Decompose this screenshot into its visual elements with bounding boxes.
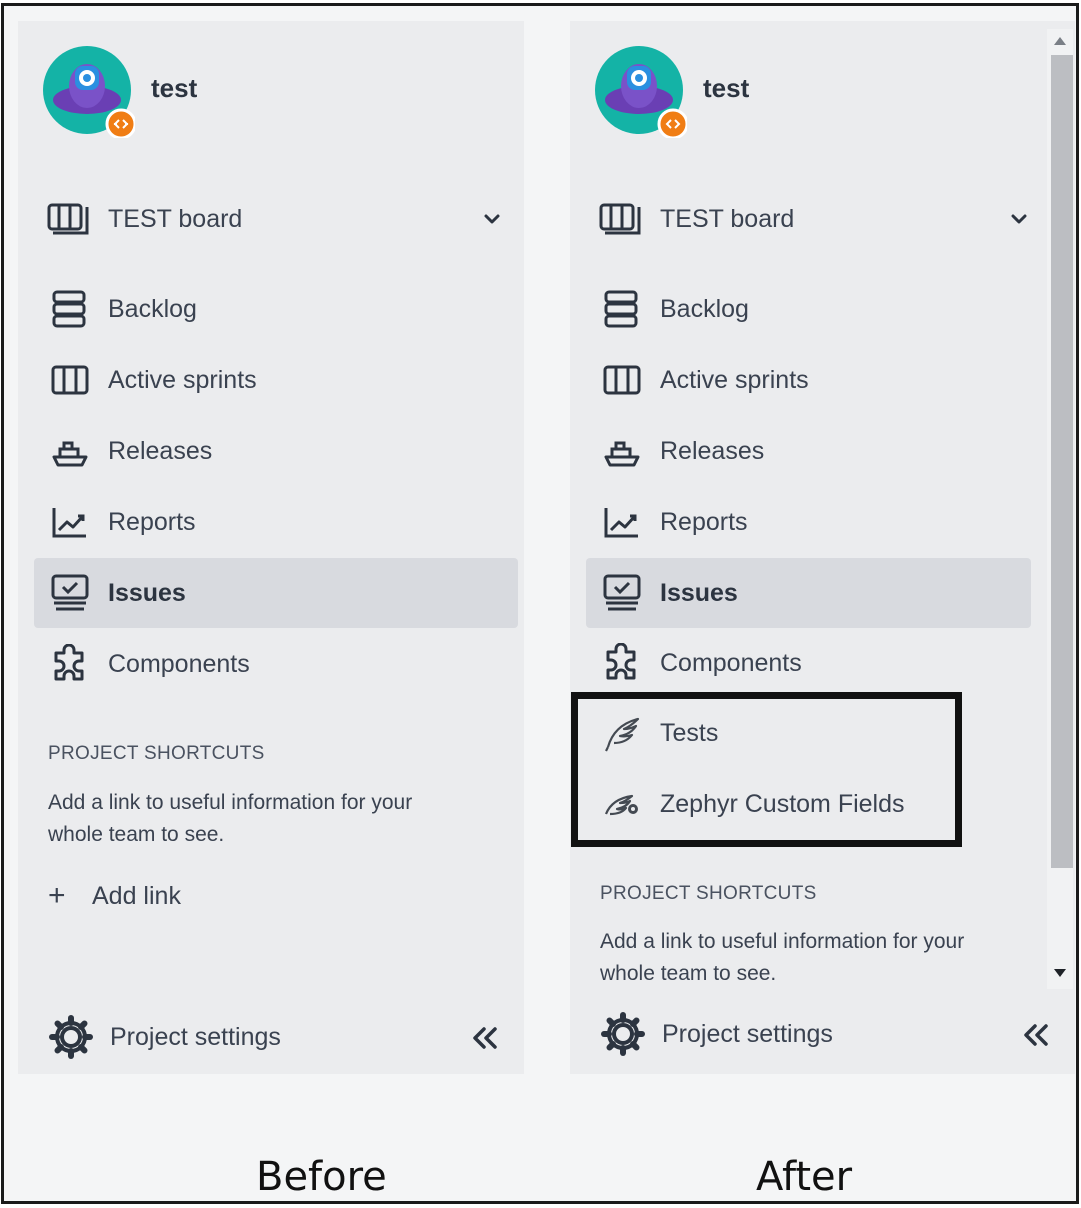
chart-icon <box>600 500 644 544</box>
sidebar-item-label: Releases <box>108 436 213 465</box>
scroll-down-arrow-icon[interactable] <box>1054 969 1066 977</box>
project-name: test <box>703 73 750 103</box>
sidebar-item-issues[interactable]: Issues <box>586 558 1031 628</box>
board-icon <box>599 203 641 235</box>
plus-icon: + <box>48 879 66 912</box>
sidebar-item-active-sprints[interactable]: Active sprints <box>586 345 1031 415</box>
add-link-label: Add link <box>92 881 181 910</box>
sidebar-before: test TEST board Backlog Active sprints R… <box>18 21 524 1074</box>
sidebar-item-components[interactable]: Components <box>34 629 518 699</box>
issues-icon <box>600 571 644 615</box>
sidebar-item-label: Backlog <box>108 294 197 323</box>
project-avatar-icon <box>43 46 135 138</box>
project-header[interactable]: test <box>592 43 992 139</box>
sidebar-item-components[interactable]: Components <box>586 628 1031 698</box>
chart-icon <box>48 500 92 544</box>
shortcuts-heading: PROJECT SHORTCUTS <box>600 883 817 904</box>
backlog-icon <box>48 287 92 331</box>
collapse-sidebar-icon[interactable] <box>1019 1018 1053 1052</box>
sidebar-item-label: Reports <box>108 507 196 536</box>
project-name: test <box>151 73 198 103</box>
project-avatar-icon <box>595 46 687 138</box>
comparison-frame: test TEST board Backlog Active sprints R… <box>1 3 1079 1204</box>
board-icon <box>47 203 89 235</box>
sidebar-item-label: Reports <box>660 507 748 536</box>
puzzle-icon <box>48 642 92 686</box>
shortcuts-heading: PROJECT SHORTCUTS <box>48 743 265 764</box>
shortcuts-description: Add a link to useful information for you… <box>48 791 413 846</box>
ship-icon <box>48 429 92 473</box>
sidebar-item-backlog[interactable]: Backlog <box>34 274 518 344</box>
board-columns-icon <box>600 358 644 402</box>
gear-icon <box>601 1012 645 1056</box>
caption-before: Before <box>256 1154 387 1200</box>
sidebar-item-label: Components <box>660 648 802 677</box>
chevron-down-icon[interactable] <box>480 207 504 231</box>
sidebar-item-reports[interactable]: Reports <box>586 487 1031 557</box>
project-header[interactable]: test <box>40 43 440 139</box>
ship-icon <box>600 429 644 473</box>
sidebar-item-label: Backlog <box>660 294 749 323</box>
sidebar-item-label: Active sprints <box>660 365 809 394</box>
backlog-icon <box>600 287 644 331</box>
project-settings[interactable]: Project settings <box>600 1006 1053 1062</box>
puzzle-icon <box>600 641 644 685</box>
board-label: TEST board <box>108 204 243 233</box>
scrollbar-thumb[interactable] <box>1051 55 1073 868</box>
sidebar-item-releases[interactable]: Releases <box>586 416 1031 486</box>
board-columns-icon <box>48 358 92 402</box>
caption-after: After <box>756 1154 853 1200</box>
collapse-sidebar-icon[interactable] <box>468 1021 502 1055</box>
shortcuts-description: Add a link to useful information for you… <box>600 930 965 985</box>
project-settings[interactable]: Project settings <box>48 1009 502 1065</box>
add-link-button[interactable]: + Add link <box>48 879 181 913</box>
sidebar-item-active-sprints[interactable]: Active sprints <box>34 345 518 415</box>
sidebar-item-issues[interactable]: Issues <box>34 558 518 628</box>
gear-icon <box>49 1015 93 1059</box>
board-selector[interactable]: TEST board <box>34 191 508 247</box>
sidebar-item-releases[interactable]: Releases <box>34 416 518 486</box>
sidebar-scrollbar[interactable] <box>1047 29 1073 989</box>
sidebar-after: test TEST board Backlog Active sprints R… <box>570 21 1075 1074</box>
sidebar-item-label: Issues <box>660 578 738 607</box>
new-items-highlight-box <box>571 692 962 847</box>
sidebar-item-label: Releases <box>660 436 765 465</box>
chevron-down-icon[interactable] <box>1007 207 1031 231</box>
sidebar-item-label: Components <box>108 649 250 678</box>
sidebar-item-label: Active sprints <box>108 365 257 394</box>
project-settings-label: Project settings <box>662 1019 833 1048</box>
sidebar-item-reports[interactable]: Reports <box>34 487 518 557</box>
board-selector[interactable]: TEST board <box>586 191 1035 247</box>
board-label: TEST board <box>660 204 795 233</box>
issues-icon <box>48 571 92 615</box>
scroll-up-arrow-icon[interactable] <box>1054 37 1066 45</box>
project-settings-label: Project settings <box>110 1022 281 1051</box>
sidebar-item-label: Issues <box>108 578 186 607</box>
sidebar-item-backlog[interactable]: Backlog <box>586 274 1031 344</box>
